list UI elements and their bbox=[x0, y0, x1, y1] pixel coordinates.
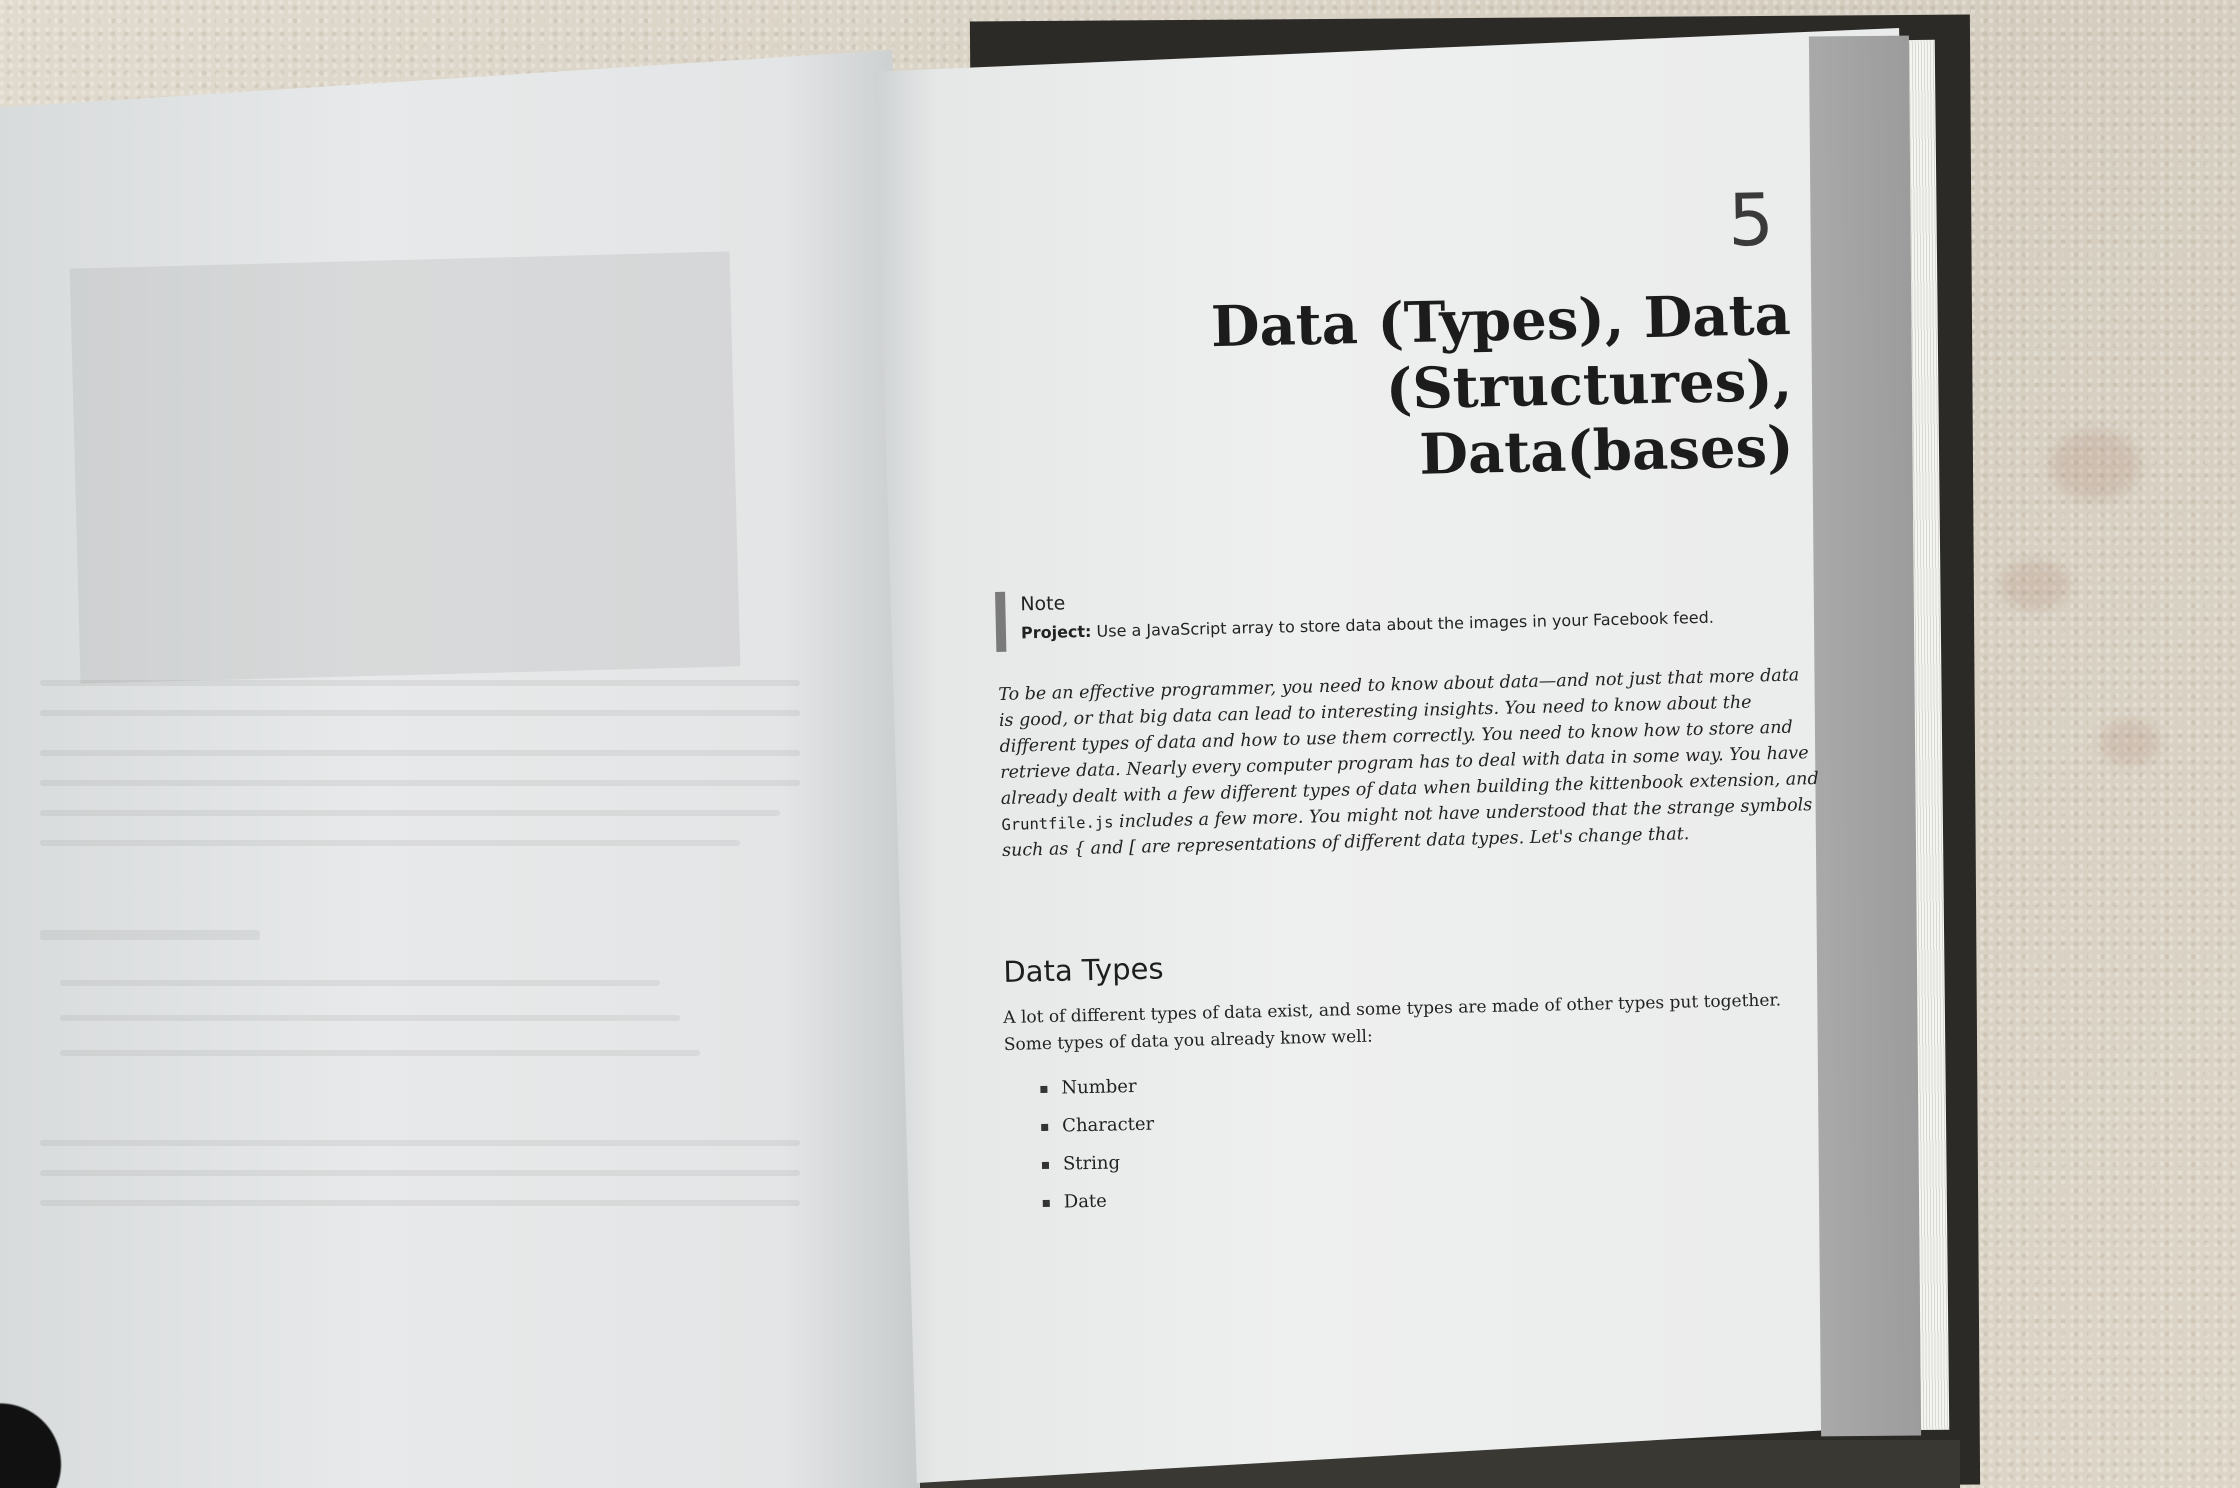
chapter-number: 5 bbox=[1727, 177, 1775, 263]
show-through-text bbox=[40, 840, 740, 846]
show-through-text bbox=[40, 710, 800, 716]
list-item-label: Date bbox=[1063, 1190, 1108, 1213]
chapter-title-line-2: (Structures), Data(bases) bbox=[1385, 347, 1795, 488]
list-item-label: Number bbox=[1061, 1075, 1137, 1099]
list-item: Character bbox=[1041, 1106, 1155, 1146]
chapter-intro: To be an effective programmer, you need … bbox=[998, 662, 1822, 864]
show-through-text bbox=[60, 980, 660, 986]
show-through-text bbox=[40, 680, 800, 686]
show-through-text bbox=[40, 780, 800, 786]
note-bar bbox=[995, 591, 1007, 652]
bullet-icon bbox=[1041, 1123, 1049, 1131]
corner-shadow bbox=[0, 1370, 80, 1488]
show-through-text bbox=[40, 930, 260, 940]
list-item: String bbox=[1041, 1144, 1156, 1184]
chapter-title: Data (Types), Data (Structures), Data(ba… bbox=[1090, 282, 1794, 495]
intro-text-before: To be an effective programmer, you need … bbox=[998, 665, 1819, 809]
bullet-icon bbox=[1042, 1199, 1050, 1207]
show-through-text bbox=[40, 1200, 800, 1206]
show-through-text bbox=[40, 810, 780, 816]
list-item-label: Character bbox=[1061, 1113, 1155, 1137]
section-heading: Data Types bbox=[1003, 951, 1164, 989]
carpet-stain bbox=[2100, 720, 2160, 765]
note-heading: Note bbox=[1020, 592, 1066, 616]
show-through-text bbox=[60, 1050, 700, 1056]
show-through-text bbox=[40, 1170, 800, 1176]
show-through-text bbox=[60, 1015, 680, 1021]
list-item-label: String bbox=[1062, 1152, 1121, 1175]
carpet-stain bbox=[2000, 560, 2070, 610]
show-through-image bbox=[69, 251, 741, 684]
show-through-text bbox=[40, 750, 800, 756]
list-item: Date bbox=[1042, 1182, 1156, 1222]
list-item: Number bbox=[1040, 1068, 1154, 1108]
bullet-icon bbox=[1041, 1161, 1050, 1169]
note-project-label: Project: bbox=[1020, 621, 1092, 643]
carpet-stain bbox=[2050, 430, 2140, 500]
show-through-text bbox=[40, 1140, 800, 1146]
data-type-list: Number Character String Date bbox=[1040, 1068, 1156, 1222]
intro-code: Gruntfile.js bbox=[1001, 813, 1114, 834]
chapter-band bbox=[1808, 35, 1922, 1437]
bullet-icon bbox=[1040, 1085, 1048, 1093]
left-page bbox=[0, 50, 920, 1488]
